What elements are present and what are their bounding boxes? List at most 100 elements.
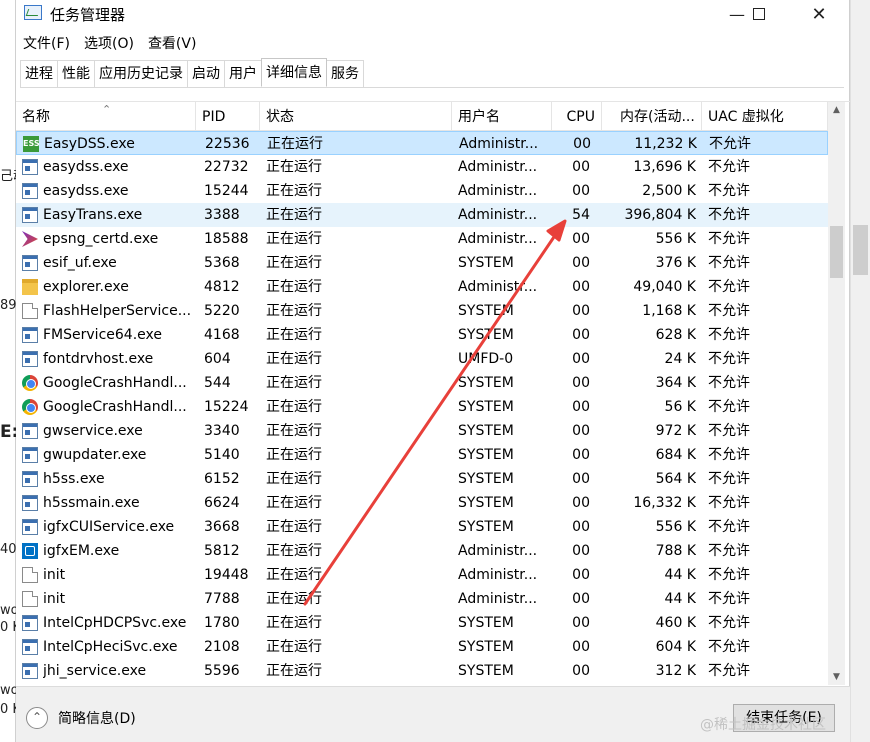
menu-view[interactable]: 查看(V)	[141, 33, 204, 55]
table-row[interactable]: IntelCpHDCPSvc.exe 1780 正在运行 SYSTEM 00 460 K 不…	[16, 611, 828, 635]
cell-cpu: 00	[572, 183, 590, 199]
cell-username: SYSTEM	[458, 615, 514, 631]
cell-uac: 不允许	[708, 375, 750, 391]
cell-cpu: 00	[572, 279, 590, 295]
cell-memory: 11,232 K	[634, 136, 697, 152]
cell-pid: 5140	[204, 447, 240, 463]
cell-cpu: 00	[572, 159, 590, 175]
cell-cpu: 00	[572, 471, 590, 487]
chevron-up-icon: ⌃	[31, 710, 43, 724]
cell-name: EasyTrans.exe	[43, 207, 143, 223]
table-row[interactable]: easydss.exe 15244 正在运行 Administr... 00 2,500 …	[16, 179, 828, 203]
maximize-button[interactable]	[736, 0, 782, 28]
tab-startup[interactable]: 启动	[187, 60, 225, 87]
cell-username: SYSTEM	[458, 423, 514, 439]
column-header-uac[interactable]: UAC 虚拟化	[702, 102, 828, 131]
cell-uac: 不允许	[708, 303, 750, 319]
cell-memory: 24 K	[664, 351, 696, 367]
table-row[interactable]: igfxCUIService.exe 3668 正在运行 SYSTEM 00 556 K 不…	[16, 515, 828, 539]
fewer-details-label[interactable]: 简略信息(D)	[58, 708, 136, 728]
tab-strip: 进程 性能 应用历史记录 启动 用户 详细信息 服务	[20, 58, 844, 88]
cell-pid: 4168	[204, 327, 240, 343]
cell-status: 正在运行	[266, 255, 322, 271]
cell-name: jhi_service.exe	[43, 663, 147, 679]
cell-memory: 364 K	[655, 375, 696, 391]
table-row[interactable]: explorer.exe 4812 正在运行 Administr... 00 49,040…	[16, 275, 828, 299]
cell-username: SYSTEM	[458, 639, 514, 655]
task-manager-icon	[24, 5, 42, 20]
tab-services[interactable]: 服务	[326, 60, 364, 87]
cell-status: 正在运行	[266, 183, 322, 199]
cell-name: gwupdater.exe	[43, 447, 147, 463]
cell-memory: 460 K	[655, 615, 696, 631]
table-row[interactable]: FMService64.exe 4168 正在运行 SYSTEM 00 628 K 不允许	[16, 323, 828, 347]
cell-status: 正在运行	[267, 136, 323, 152]
table-row[interactable]: init 7788 正在运行 Administr... 00 44 K 不允许	[16, 587, 828, 611]
column-header-status[interactable]: 状态	[260, 102, 452, 131]
exe-icon	[22, 519, 38, 535]
table-row[interactable]: GoogleCrashHandl... 15224 正在运行 SYSTEM 00 56 K…	[16, 395, 828, 419]
column-header-name[interactable]: ⌃ 名称	[16, 102, 196, 131]
menu-options[interactable]: 选项(O)	[77, 33, 141, 55]
table-row[interactable]: esif_uf.exe 5368 正在运行 SYSTEM 00 376 K 不允许	[16, 251, 828, 275]
column-header-username[interactable]: 用户名	[452, 102, 552, 131]
cell-name: easydss.exe	[43, 183, 129, 199]
cell-cpu: 00	[572, 639, 590, 655]
cell-username: SYSTEM	[458, 303, 514, 319]
scroll-up-icon[interactable]: ▲	[828, 102, 845, 119]
tab-users[interactable]: 用户	[224, 60, 262, 87]
column-header-memory[interactable]: 内存(活动...	[602, 102, 702, 131]
table-row[interactable]: ESS EasyDSS.exe 22536 正在运行 Administr... 00 11,…	[16, 131, 828, 155]
tab-details[interactable]: 详细信息	[261, 58, 327, 87]
tab-app-history[interactable]: 应用历史记录	[94, 60, 188, 87]
tab-performance[interactable]: 性能	[57, 60, 95, 87]
cell-memory: 1,168 K	[642, 303, 696, 319]
cell-status: 正在运行	[266, 495, 322, 511]
table-row[interactable]: gwupdater.exe 5140 正在运行 SYSTEM 00 684 K 不允许	[16, 443, 828, 467]
cell-uac: 不允许	[708, 495, 750, 511]
cell-cpu: 00	[572, 495, 590, 511]
table-row[interactable]: h5ssmain.exe 6624 正在运行 SYSTEM 00 16,332 K 不允许	[16, 491, 828, 515]
table-row[interactable]: FlashHelperService... 5220 正在运行 SYSTEM 00 1,1…	[16, 299, 828, 323]
table-row[interactable]: EasyTrans.exe 3388 正在运行 Administr... 54 396,8…	[16, 203, 828, 227]
cell-status: 正在运行	[266, 447, 322, 463]
table-row[interactable]: igfxEM.exe 5812 正在运行 Administr... 00 788 K 不允许	[16, 539, 828, 563]
scroll-down-icon[interactable]: ▼	[828, 669, 845, 685]
cell-name: IntelCpHDCPSvc.exe	[43, 615, 187, 631]
table-scrollbar[interactable]: ▲ ▼	[828, 102, 845, 685]
outer-scrollbar[interactable]	[850, 0, 870, 742]
table-row[interactable]: GoogleCrashHandl... 544 正在运行 SYSTEM 00 364 K 不…	[16, 371, 828, 395]
table-row[interactable]: gwservice.exe 3340 正在运行 SYSTEM 00 972 K 不允许	[16, 419, 828, 443]
table-row[interactable]: fontdrvhost.exe 604 正在运行 UMFD-0 00 24 K 不允许	[16, 347, 828, 371]
cell-status: 正在运行	[266, 471, 322, 487]
cell-uac: 不允许	[708, 159, 750, 175]
table-row[interactable]: init 19448 正在运行 Administr... 00 44 K 不允许	[16, 563, 828, 587]
column-header-cpu[interactable]: CPU	[552, 102, 602, 131]
cell-pid: 22536	[205, 136, 250, 152]
table-row[interactable]: IntelCpHeciSvc.exe 2108 正在运行 SYSTEM 00 604 K 不…	[16, 635, 828, 659]
column-header-pid[interactable]: PID	[196, 102, 260, 131]
exe-icon	[22, 447, 38, 463]
cell-memory: 376 K	[655, 255, 696, 271]
doc-icon	[22, 303, 38, 319]
cell-name: easydss.exe	[43, 159, 129, 175]
cell-username: SYSTEM	[458, 519, 514, 535]
close-button[interactable]: ✕	[796, 0, 842, 28]
table-row[interactable]: jhi_service.exe 5596 正在运行 SYSTEM 00 312 K 不允许	[16, 659, 828, 683]
cell-pid: 5812	[204, 543, 240, 559]
cell-username: SYSTEM	[458, 399, 514, 415]
table-row[interactable]: h5ss.exe 6152 正在运行 SYSTEM 00 564 K 不允许	[16, 467, 828, 491]
watermark: @稀土掘金技术社区	[700, 717, 826, 733]
cell-username: Administr...	[458, 159, 538, 175]
exe-icon	[22, 495, 38, 511]
menu-file[interactable]: 文件(F)	[16, 33, 77, 55]
table-row[interactable]: easydss.exe 22732 正在运行 Administr... 00 13,696…	[16, 155, 828, 179]
title-bar[interactable]: 任务管理器 — ✕	[16, 0, 850, 28]
tab-processes[interactable]: 进程	[20, 60, 58, 87]
scroll-thumb[interactable]	[830, 226, 843, 278]
outer-scroll-thumb[interactable]	[853, 225, 868, 275]
cell-status: 正在运行	[266, 303, 322, 319]
cell-uac: 不允许	[708, 327, 750, 343]
fewer-details-button[interactable]: ⌃	[26, 707, 48, 729]
table-row[interactable]: epsng_certd.exe 18588 正在运行 Administr... 00 55…	[16, 227, 828, 251]
